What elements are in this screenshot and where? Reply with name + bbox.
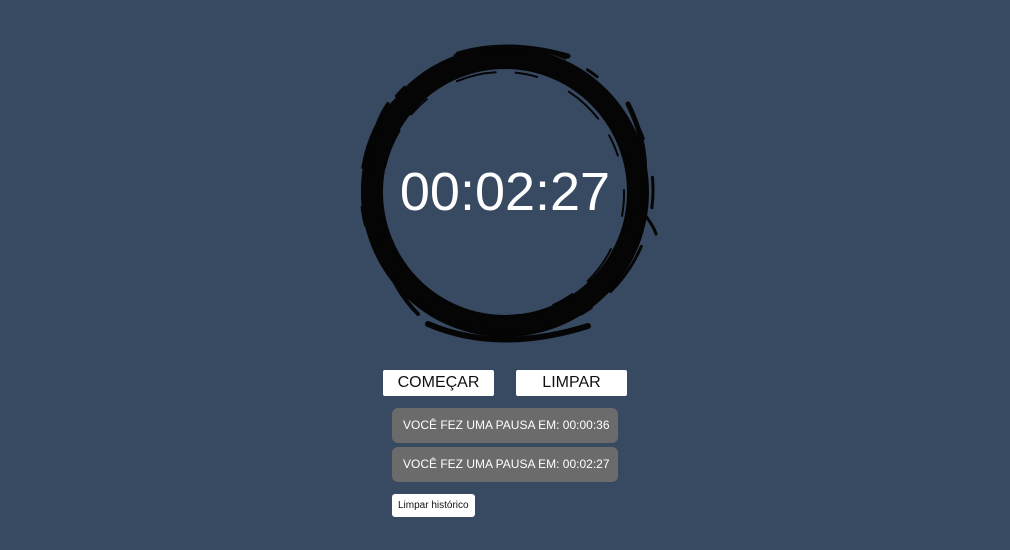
history-item: VOCÊ FEZ UMA PAUSA EM: 00:00:36 bbox=[392, 408, 618, 443]
pause-history-list: VOCÊ FEZ UMA PAUSA EM: 00:00:36 VOCÊ FEZ… bbox=[392, 408, 618, 486]
clear-history-button[interactable]: Limpar histórico bbox=[392, 494, 475, 517]
timer-display: 00:02:27 bbox=[399, 162, 611, 222]
history-item: VOCÊ FEZ UMA PAUSA EM: 00:02:27 bbox=[392, 447, 618, 482]
stopwatch-app: 00:02:27 COMEÇAR LIMPAR VOCÊ FEZ UMA PAU… bbox=[0, 0, 1010, 550]
clear-button[interactable]: LIMPAR bbox=[516, 370, 627, 396]
start-button[interactable]: COMEÇAR bbox=[383, 370, 494, 396]
